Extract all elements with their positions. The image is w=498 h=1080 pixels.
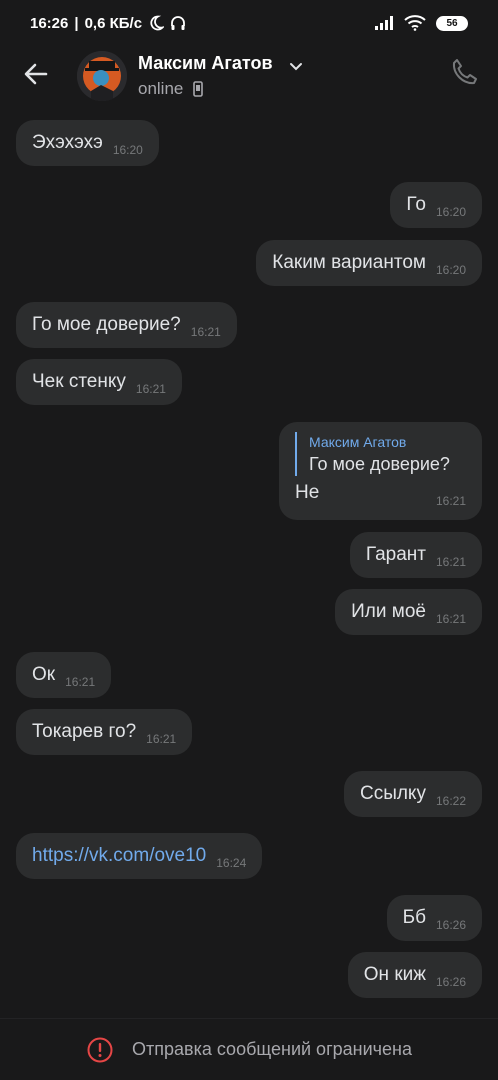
message-outgoing[interactable]: Каким вариантом 16:20 — [256, 240, 482, 286]
reply-body: Не 16:21 — [295, 482, 466, 508]
restriction-bar: Отправка сообщений ограничена — [0, 1018, 498, 1080]
alert-icon — [87, 1037, 113, 1062]
message-time: 16:21 — [435, 555, 466, 569]
message-time: 16:24 — [216, 856, 247, 870]
message-time: 16:21 — [146, 732, 177, 746]
message-time: 16:21 — [435, 612, 466, 626]
mobile-icon — [193, 81, 203, 97]
message-incoming[interactable]: Чек стенку 16:21 — [16, 359, 182, 405]
avatar[interactable] — [77, 51, 127, 101]
message-text: Чек стенку — [32, 371, 126, 392]
status-separator: | — [74, 14, 79, 32]
message-text: Он киж — [363, 964, 426, 985]
message-text: Каким вариантом — [272, 252, 426, 273]
battery-level: 56 — [446, 17, 458, 29]
battery-indicator: 56 — [436, 15, 468, 31]
message-text: Го мое доверие? — [32, 314, 181, 335]
moon-icon — [150, 15, 165, 31]
message-text: Ссылку — [359, 783, 426, 804]
status-left: 16:26 | 0,6 КБ/с — [30, 15, 186, 32]
message-text: Или моё — [351, 601, 426, 622]
wifi-icon — [404, 15, 426, 31]
message-incoming[interactable]: https://vk.com/ove10 16:24 — [16, 833, 263, 879]
contact-name[interactable]: Максим Агатов — [138, 53, 273, 74]
quote-text: Го мое доверие? — [309, 454, 450, 474]
message-list[interactable]: Эхэхэхэ 16:20 Го 16:20 Каким вариантом 1… — [0, 106, 498, 1018]
message-outgoing[interactable]: Ссылку 16:22 — [343, 771, 482, 817]
reply-quote[interactable]: Максим Агатов Го мое доверие? — [295, 432, 466, 476]
call-button[interactable] — [448, 56, 480, 88]
message-time: 16:21 — [65, 675, 96, 689]
message-time: 16:20 — [435, 205, 466, 219]
back-button[interactable] — [20, 58, 52, 90]
status-speed: 0,6 КБ/с — [84, 14, 143, 32]
quote-author: Максим Агатов — [309, 434, 407, 450]
phone-icon — [452, 59, 477, 85]
message-text: Бб — [402, 907, 426, 928]
message-time: 16:21 — [190, 325, 221, 339]
chat-header: Максим Агатов online — [0, 46, 498, 106]
message-time: 16:26 — [435, 918, 466, 932]
message-text: Эхэхэхэ — [32, 132, 103, 153]
contact-status: online — [138, 79, 184, 98]
chevron-down-icon[interactable] — [288, 58, 304, 74]
restriction-notice: Отправка сообщений ограничена — [132, 1039, 412, 1059]
status-bar: 16:26 | 0,6 КБ/с 56 — [0, 0, 498, 46]
message-outgoing[interactable]: Или моё 16:21 — [335, 589, 482, 635]
message-link[interactable]: https://vk.com/ove10 — [32, 845, 206, 867]
message-outgoing[interactable]: Бб 16:26 — [386, 895, 482, 941]
message-incoming[interactable]: Эхэхэхэ 16:20 — [16, 120, 159, 166]
message-outgoing-reply[interactable]: Максим Агатов Го мое доверие? Не 16:21 — [279, 422, 482, 520]
message-outgoing[interactable]: Он киж 16:26 — [347, 952, 482, 998]
message-text: Токарев го? — [32, 721, 137, 742]
avatar-image-icon — [77, 51, 127, 101]
message-incoming[interactable]: Ок 16:21 — [16, 652, 112, 698]
message-text: Го — [406, 194, 426, 215]
message-outgoing[interactable]: Го 16:20 — [390, 182, 482, 228]
headphones-icon — [171, 16, 185, 30]
status-time: 16:26 — [30, 14, 69, 32]
message-text: Гарант — [365, 544, 426, 565]
message-text: Ок — [32, 664, 56, 685]
message-time: 16:26 — [435, 975, 466, 989]
message-text: Не — [295, 482, 320, 503]
message-time: 16:21 — [435, 494, 466, 508]
message-outgoing[interactable]: Гарант 16:21 — [349, 532, 482, 578]
message-time: 16:21 — [135, 382, 166, 396]
message-incoming[interactable]: Го мое доверие? 16:21 — [16, 302, 237, 348]
message-time: 16:20 — [435, 263, 466, 277]
message-time: 16:22 — [435, 794, 466, 808]
status-right: 56 — [374, 15, 468, 31]
back-arrow-icon — [24, 63, 48, 85]
message-time: 16:20 — [112, 143, 143, 157]
message-incoming[interactable]: Токарев го? 16:21 — [16, 709, 193, 755]
signal-icon — [375, 16, 393, 30]
